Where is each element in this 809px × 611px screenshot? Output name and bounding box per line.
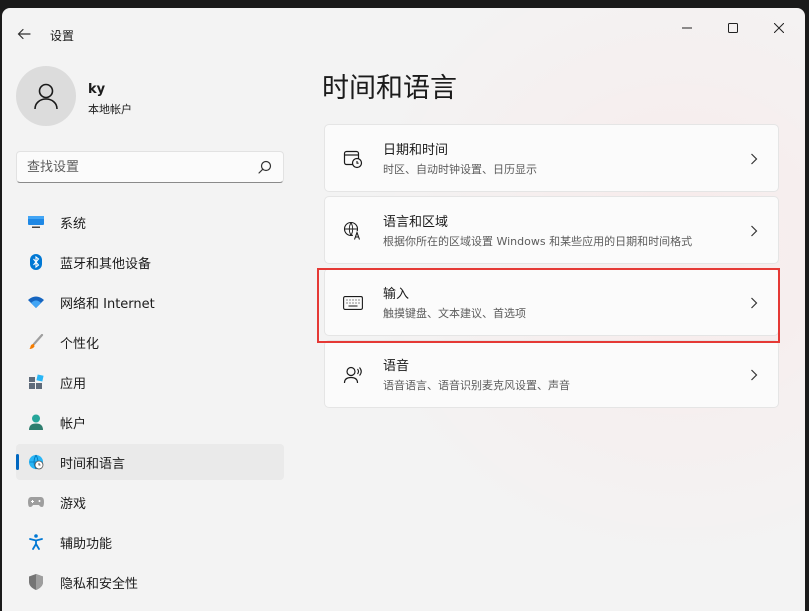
search-input[interactable]: [17, 152, 253, 182]
maximize-button[interactable]: [710, 12, 756, 44]
sidebar-item-personalization[interactable]: 个性化: [16, 324, 284, 360]
account-type: 本地帐户: [88, 103, 132, 116]
card-title: 语言和区域: [383, 215, 449, 230]
accessibility-icon: [28, 534, 44, 550]
search-box[interactable]: [16, 151, 284, 183]
card-date-time[interactable]: 日期和时间 时区、自动时钟设置、日历显示: [324, 124, 779, 192]
globe-clock-icon: [28, 454, 44, 470]
sidebar-item-label: 个性化: [60, 336, 100, 352]
sidebar-item-label: 网络和 Internet: [60, 296, 155, 312]
sidebar-item-label: 系统: [60, 216, 87, 232]
card-title: 日期和时间: [383, 143, 449, 158]
sidebar-item-label: 时间和语言: [60, 456, 126, 472]
sidebar-item-privacy[interactable]: 隐私和安全性: [16, 564, 284, 600]
chevron-right-icon: [746, 365, 762, 385]
card-language-region[interactable]: 语言和区域 根据你所在的区域设置 Windows 和某些应用的日期和时间格式: [324, 196, 779, 264]
calendar-clock-icon: [343, 149, 363, 169]
close-icon: [774, 23, 784, 33]
sidebar-item-apps[interactable]: 应用: [16, 364, 284, 400]
wifi-icon: [28, 294, 44, 310]
card-typing[interactable]: 输入 触摸键盘、文本建议、首选项: [324, 268, 779, 336]
chevron-right-icon: [746, 149, 762, 169]
speech-icon: [343, 365, 363, 385]
sidebar-item-accessibility[interactable]: 辅助功能: [16, 524, 284, 560]
settings-window: 设置 ky 本地帐户 系统 蓝牙和其他设备 网络和 Internet: [2, 8, 805, 611]
sidebar-item-accounts[interactable]: 帐户: [16, 404, 284, 440]
chevron-right-icon: [746, 293, 762, 313]
sidebar-item-bluetooth[interactable]: 蓝牙和其他设备: [16, 244, 284, 280]
apps-icon: [28, 374, 44, 390]
page-title: 时间和语言: [322, 73, 457, 104]
user-name: ky: [88, 82, 106, 97]
card-title: 输入: [383, 287, 410, 302]
app-title: 设置: [50, 29, 75, 43]
minimize-icon: [682, 27, 692, 29]
brush-icon: [28, 334, 44, 350]
monitor-icon: [28, 214, 44, 230]
shield-icon: [28, 574, 44, 590]
sidebar-item-gaming[interactable]: 游戏: [16, 484, 284, 520]
sidebar-item-label: 蓝牙和其他设备: [60, 256, 152, 272]
title-bar: 设置: [2, 8, 805, 58]
sidebar-item-network[interactable]: 网络和 Internet: [16, 284, 284, 320]
card-subtitle: 触摸键盘、文本建议、首选项: [383, 307, 526, 320]
maximize-icon: [728, 23, 738, 33]
back-arrow-icon: [17, 28, 31, 40]
card-subtitle: 时区、自动时钟设置、日历显示: [383, 163, 537, 176]
keyboard-icon: [343, 293, 363, 313]
sidebar-item-label: 应用: [60, 376, 87, 392]
settings-card-list: 日期和时间 时区、自动时钟设置、日历显示 语言和区域 根据你所在的区域设置 Wi…: [324, 124, 779, 412]
sidebar-item-system[interactable]: 系统: [16, 204, 284, 240]
sidebar-item-time-language[interactable]: 时间和语言: [16, 444, 284, 480]
gamepad-icon: [28, 494, 44, 510]
sidebar-item-label: 帐户: [60, 416, 87, 432]
card-subtitle: 根据你所在的区域设置 Windows 和某些应用的日期和时间格式: [383, 235, 693, 248]
sidebar-nav: 系统 蓝牙和其他设备 网络和 Internet 个性化 应用 帐户 时间和语言: [16, 204, 284, 604]
chevron-right-icon: [746, 221, 762, 241]
person-icon: [28, 414, 44, 430]
close-button[interactable]: [756, 12, 802, 44]
card-speech[interactable]: 语音 语音语言、语音识别麦克风设置、声音: [324, 340, 779, 408]
card-subtitle: 语音语言、语音识别麦克风设置、声音: [383, 379, 570, 392]
person-icon: [34, 83, 58, 110]
card-title: 语音: [383, 359, 410, 374]
bluetooth-icon: [28, 254, 44, 270]
minimize-button[interactable]: [664, 12, 710, 44]
sidebar-item-label: 游戏: [60, 496, 87, 512]
sidebar-item-label: 辅助功能: [60, 536, 113, 552]
back-button[interactable]: [12, 22, 36, 46]
avatar[interactable]: [16, 66, 76, 126]
search-icon[interactable]: [257, 159, 273, 175]
sidebar-item-label: 隐私和安全性: [60, 576, 139, 592]
language-icon: [343, 221, 363, 241]
